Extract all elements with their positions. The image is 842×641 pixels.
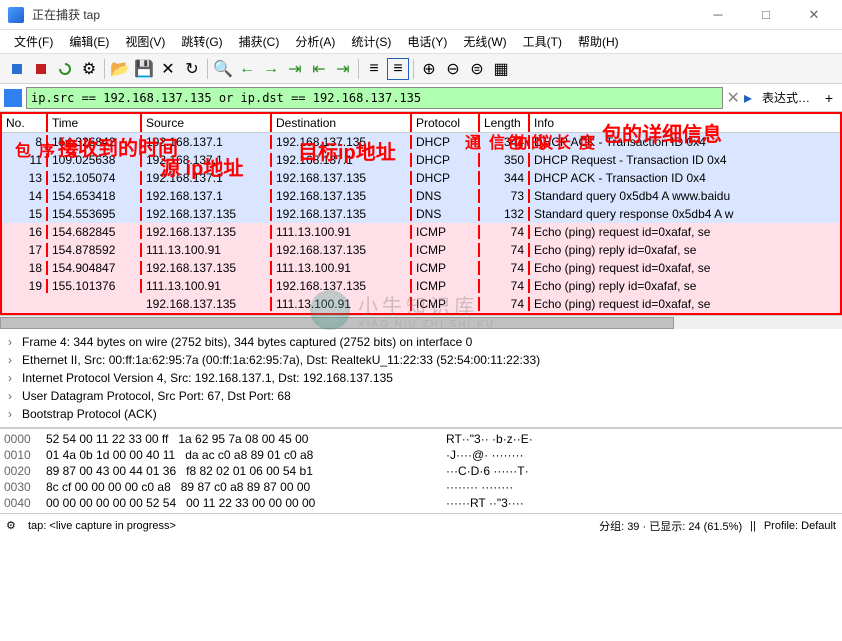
col-protocol[interactable]: Protocol — [412, 114, 480, 132]
toolbar: ⚙ 📂 💾 ✕ ↻ 🔍 ← → ⇥ ⇤ ⇥ ≡ ≡ ⊕ ⊖ ⊜ ▦ — [0, 54, 842, 84]
gear-icon[interactable]: ⚙ — [6, 519, 20, 533]
detail-row[interactable]: ›Bootstrap Protocol (ACK) — [8, 405, 834, 423]
restart-capture-icon[interactable] — [54, 58, 76, 80]
options-icon[interactable]: ⚙ — [78, 58, 100, 80]
filter-bar: ✕ ▸ 表达式… + — [0, 84, 842, 112]
col-destination[interactable]: Destination — [272, 114, 412, 132]
packet-list[interactable]: No. Time Source Destination Protocol Len… — [0, 112, 842, 315]
capture-status: tap: <live capture in progress> — [28, 520, 176, 532]
apply-filter-icon[interactable]: ▸ — [744, 88, 752, 108]
packet-row[interactable]: 16154.682845192.168.137.135111.13.100.91… — [2, 223, 840, 241]
hex-row[interactable]: 002089 87 00 43 00 44 01 36 f8 82 02 01 … — [4, 463, 838, 479]
add-filter-button[interactable]: + — [820, 89, 838, 107]
maximize-button[interactable]: □ — [746, 1, 786, 29]
col-source[interactable]: Source — [142, 114, 272, 132]
hex-row[interactable]: 00308c cf 00 00 00 00 c0 a8 89 87 c0 a8 … — [4, 479, 838, 495]
bookmark-icon[interactable] — [4, 89, 22, 107]
menu-item[interactable]: 文件(F) — [8, 31, 59, 52]
packet-row[interactable]: 18154.904847192.168.137.135111.13.100.91… — [2, 259, 840, 277]
last-icon[interactable]: ⇥ — [332, 58, 354, 80]
columns-icon[interactable]: ▦ — [490, 58, 512, 80]
menu-item[interactable]: 视图(V) — [119, 31, 171, 52]
packet-row[interactable]: 13152.105074192.168.137.1192.168.137.135… — [2, 169, 840, 187]
colorize-icon[interactable]: ≡ — [387, 58, 409, 80]
detail-row[interactable]: ›Frame 4: 344 bytes on wire (2752 bits),… — [8, 333, 834, 351]
find-icon[interactable]: 🔍 — [212, 58, 234, 80]
close-file-icon[interactable]: ✕ — [157, 58, 179, 80]
jump-icon[interactable]: ⇥ — [284, 58, 306, 80]
back-icon[interactable]: ← — [236, 58, 258, 80]
hex-row[interactable]: 000052 54 00 11 22 33 00 ff 1a 62 95 7a … — [4, 431, 838, 447]
menubar: 文件(F)编辑(E)视图(V)跳转(G)捕获(C)分析(A)统计(S)电话(Y)… — [0, 30, 842, 54]
forward-icon[interactable]: → — [260, 58, 282, 80]
packet-header: No. Time Source Destination Protocol Len… — [2, 114, 840, 133]
hex-row[interactable]: 004000 00 00 00 00 00 52 54 00 11 22 33 … — [4, 495, 838, 511]
packet-row[interactable]: 14154.653418192.168.137.1192.168.137.135… — [2, 187, 840, 205]
col-time[interactable]: Time — [48, 114, 142, 132]
menu-item[interactable]: 统计(S) — [345, 31, 397, 52]
save-icon[interactable]: 💾 — [133, 58, 155, 80]
zoom-reset-icon[interactable]: ⊜ — [466, 58, 488, 80]
packet-row[interactable]: 15154.553695192.168.137.135192.168.137.1… — [2, 205, 840, 223]
watermark: 小牛知识库 XIAO NIU ZHI SHI KU — [310, 290, 495, 330]
menu-item[interactable]: 电话(Y) — [401, 31, 453, 52]
col-no[interactable]: No. — [2, 114, 48, 132]
start-capture-icon[interactable] — [6, 58, 28, 80]
menu-item[interactable]: 跳转(G) — [175, 31, 228, 52]
first-icon[interactable]: ⇤ — [308, 58, 330, 80]
hex-row[interactable]: 001001 4a 0b 1d 00 00 40 11 da ac c0 a8 … — [4, 447, 838, 463]
close-button[interactable]: ✕ — [794, 1, 834, 29]
filter-input[interactable] — [26, 87, 723, 109]
window-title: 正在捕获 tap — [32, 6, 698, 23]
menu-item[interactable]: 捕获(C) — [233, 31, 286, 52]
packet-details[interactable]: ›Frame 4: 344 bytes on wire (2752 bits),… — [0, 329, 842, 428]
reload-icon[interactable]: ↻ — [181, 58, 203, 80]
packet-count: 分组: 39 · 已显示: 24 (61.5%) — [599, 518, 742, 534]
detail-row[interactable]: ›Ethernet II, Src: 00:ff:1a:62:95:7a (00… — [8, 351, 834, 369]
expression-button[interactable]: 表达式… — [756, 89, 816, 106]
menu-item[interactable]: 无线(W) — [457, 31, 512, 52]
packet-row[interactable]: 11109.025638192.168.137.1192.168.137.1DH… — [2, 151, 840, 169]
open-icon[interactable]: 📂 — [109, 58, 131, 80]
minimize-button[interactable]: ─ — [698, 1, 738, 29]
packet-row[interactable]: 8154.326842192.168.137.1192.168.137.135D… — [2, 133, 840, 151]
detail-row[interactable]: ›Internet Protocol Version 4, Src: 192.1… — [8, 369, 834, 387]
zoom-in-icon[interactable]: ⊕ — [418, 58, 440, 80]
packet-row[interactable]: 17154.878592111.13.100.91192.168.137.135… — [2, 241, 840, 259]
app-logo — [8, 7, 24, 23]
col-length[interactable]: Length — [480, 114, 530, 132]
stop-capture-icon[interactable] — [30, 58, 52, 80]
menu-item[interactable]: 编辑(E) — [63, 31, 115, 52]
hex-dump[interactable]: 000052 54 00 11 22 33 00 ff 1a 62 95 7a … — [0, 428, 842, 513]
titlebar: 正在捕获 tap ─ □ ✕ — [0, 0, 842, 30]
detail-row[interactable]: ›User Datagram Protocol, Src Port: 67, D… — [8, 387, 834, 405]
col-info[interactable]: Info — [530, 114, 840, 132]
menu-item[interactable]: 帮助(H) — [572, 31, 625, 52]
clear-filter-icon[interactable]: ✕ — [727, 88, 740, 108]
zoom-out-icon[interactable]: ⊖ — [442, 58, 464, 80]
menu-item[interactable]: 分析(A) — [289, 31, 341, 52]
profile-name[interactable]: Profile: Default — [764, 520, 836, 532]
autoscroll-icon[interactable]: ≡ — [363, 58, 385, 80]
menu-item[interactable]: 工具(T) — [517, 31, 568, 52]
statusbar: ⚙ tap: <live capture in progress> 分组: 39… — [0, 513, 842, 537]
